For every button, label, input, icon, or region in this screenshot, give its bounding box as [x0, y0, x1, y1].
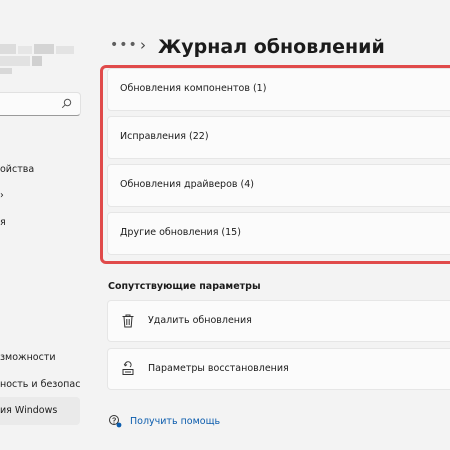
trash-icon: [122, 314, 134, 328]
recovery-icon: [122, 361, 134, 375]
breadcrumb-chevron-icon: ›: [140, 36, 146, 54]
account-avatar-blurred: [0, 44, 84, 74]
sidebar-item-windows-update-label: ия Windows: [0, 405, 58, 416]
sidebar-item-label: ›: [0, 190, 4, 201]
navigation-pane: ойства › я зможности ность и безопас ия …: [0, 0, 92, 450]
help-chat-icon: [109, 415, 122, 428]
recovery-options-label: Параметры восстановления: [148, 363, 289, 374]
uninstall-updates-label: Удалить обновления: [148, 315, 252, 326]
settings-search-input[interactable]: [0, 92, 81, 116]
sidebar-item-partial-2[interactable]: я: [0, 217, 6, 228]
page-title: Журнал обновлений: [158, 36, 385, 58]
get-help-label: Получить помощь: [130, 416, 221, 427]
sidebar-item-accessibility[interactable]: зможности: [0, 352, 56, 363]
highlight-frame: [100, 65, 450, 264]
sidebar-item-system-properties[interactable]: ойства: [0, 164, 34, 175]
uninstall-updates-button[interactable]: Удалить обновления: [107, 300, 450, 342]
search-icon: [61, 98, 72, 109]
related-settings-heading: Сопутствующие параметры: [108, 281, 261, 292]
recovery-options-button[interactable]: Параметры восстановления: [107, 348, 450, 390]
sidebar-item-privacy-security[interactable]: ность и безопас: [0, 379, 80, 390]
sidebar-item-partial[interactable]: ›: [0, 190, 4, 201]
more-breadcrumb-button[interactable]: •••: [110, 37, 138, 53]
